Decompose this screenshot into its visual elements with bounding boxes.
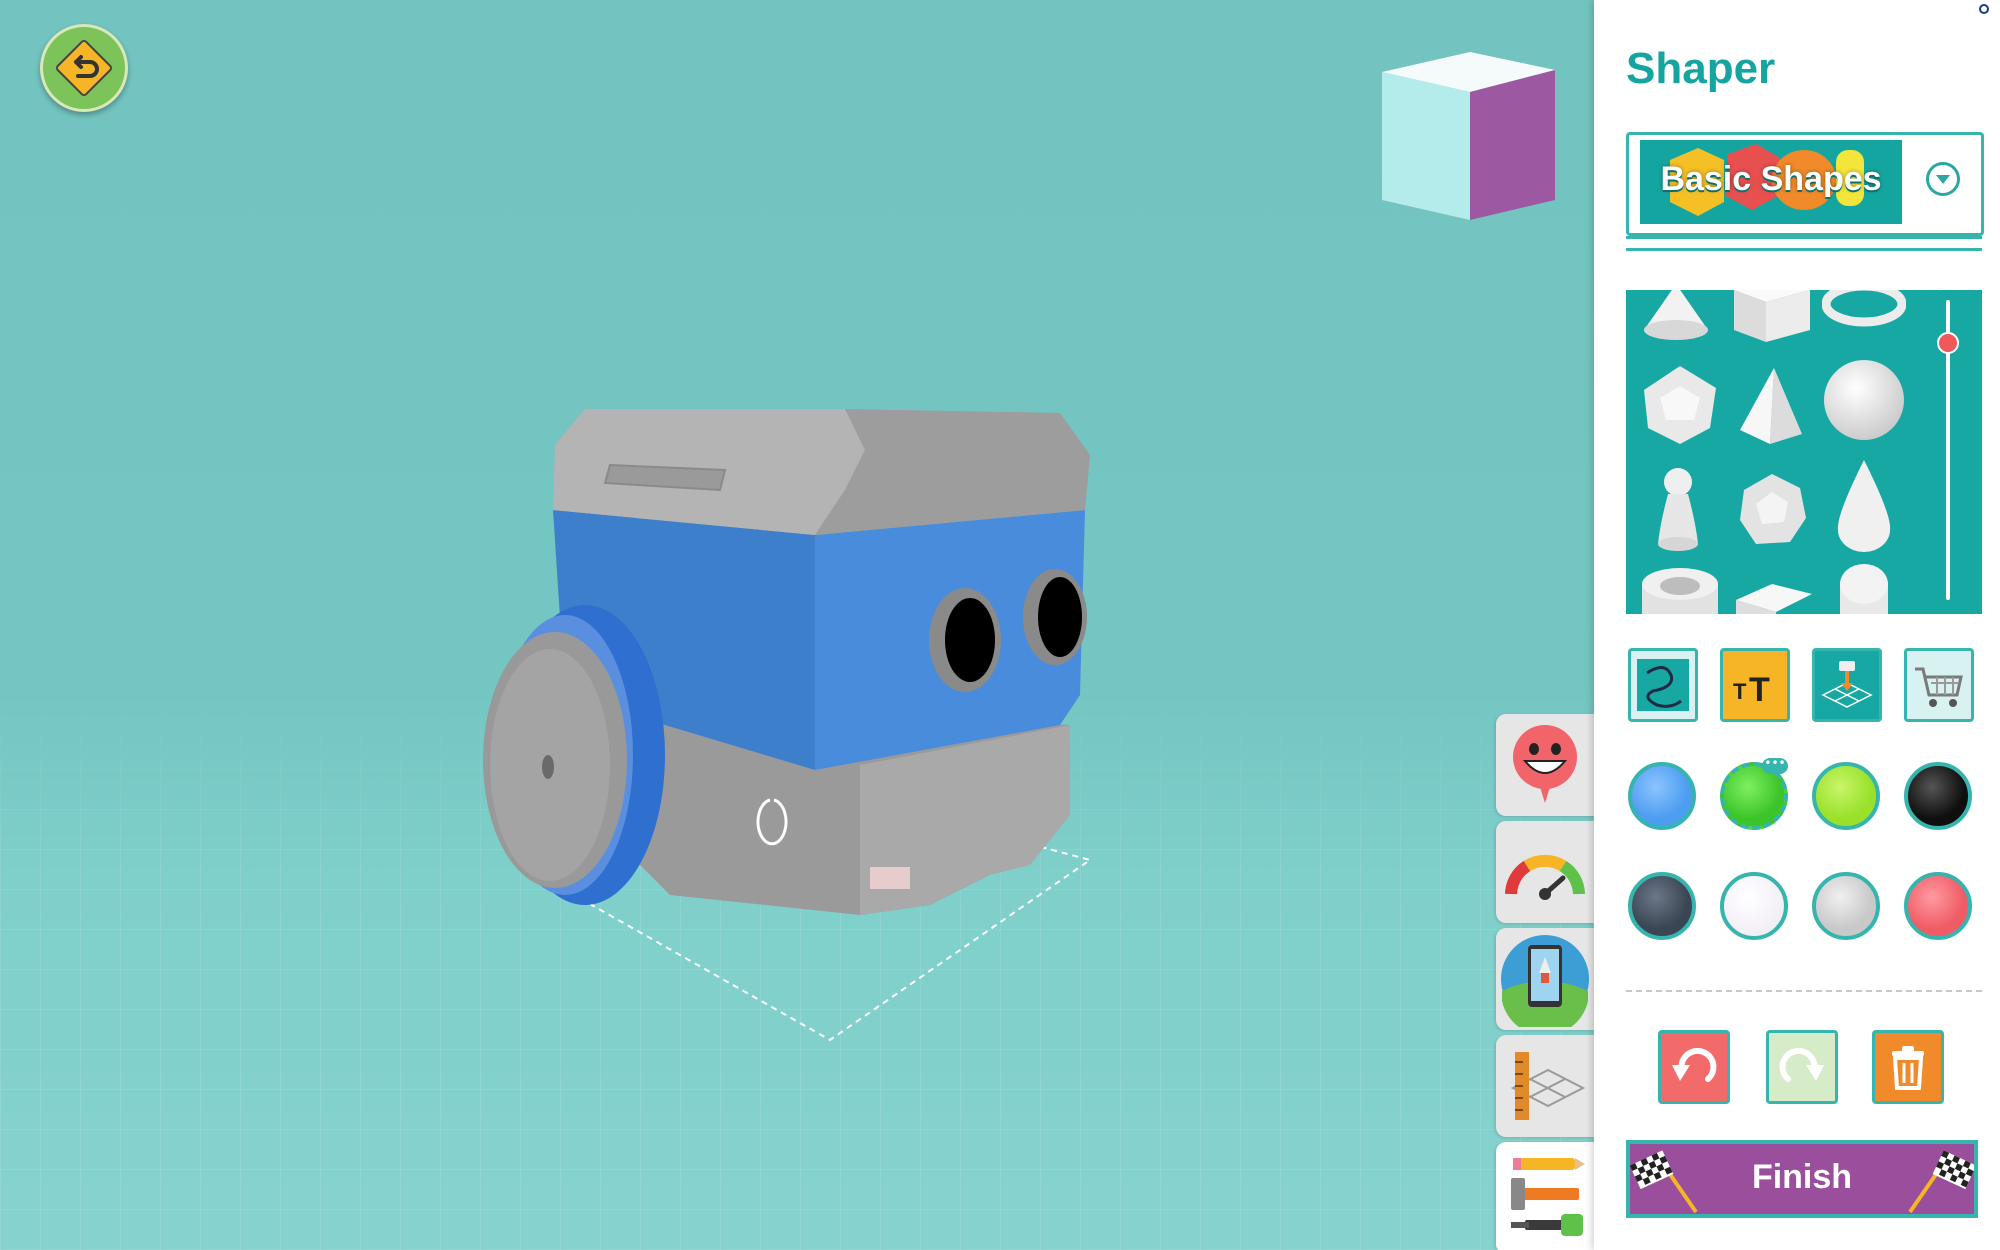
sphere-shape[interactable] (1820, 356, 1908, 444)
color-swatch-red[interactable] (1904, 872, 1972, 940)
shapes-scroll-thumb[interactable] (1937, 332, 1959, 354)
tab-play[interactable] (1496, 928, 1594, 1030)
divider (1626, 990, 1982, 992)
color-swatch-dark-gray[interactable] (1628, 872, 1696, 940)
tube-shape[interactable] (1638, 564, 1722, 614)
text-icon: T T (1733, 671, 1770, 709)
color-swatch-white[interactable] (1720, 872, 1788, 940)
panel-title: Shaper (1626, 44, 1776, 93)
undo-icon (1672, 1047, 1717, 1082)
delete-button[interactable] (1872, 1030, 1944, 1104)
shop-button[interactable] (1904, 648, 1974, 722)
category-banner: Basic Shapes (1640, 140, 1902, 224)
emoji-face-icon (1513, 725, 1577, 803)
more-options-icon[interactable]: ••• (1762, 757, 1788, 774)
tool-tabs (1496, 714, 1594, 1250)
chevron-down-icon[interactable] (1926, 162, 1960, 196)
3d-viewport[interactable] (0, 0, 1594, 1250)
redo-icon (1779, 1047, 1824, 1082)
color-swatch-black[interactable] (1904, 762, 1972, 830)
category-dropdown[interactable]: Basic Shapes (1626, 132, 1984, 254)
pawn-shape[interactable] (1650, 464, 1706, 554)
back-arrow-icon (55, 39, 113, 97)
import-button[interactable] (1812, 648, 1882, 722)
capsule-shape[interactable] (1834, 562, 1894, 614)
tab-speed[interactable] (1496, 821, 1594, 923)
freeform-path-button[interactable] (1628, 648, 1698, 722)
redo-button[interactable] (1766, 1030, 1838, 1104)
color-swatch-light-gray[interactable] (1812, 872, 1880, 940)
svg-text:T: T (1733, 679, 1747, 704)
tablet-rocket-icon (1501, 935, 1589, 1027)
pencil-hammer-screwdriver-icon (1511, 1158, 1585, 1236)
svg-text:T: T (1749, 671, 1770, 709)
text-tool-button[interactable]: T T (1720, 648, 1790, 722)
undo-button[interactable] (1658, 1030, 1730, 1104)
shopping-cart-icon (1915, 667, 1963, 707)
speedometer-icon (1505, 854, 1585, 900)
teardrop-shape[interactable] (1832, 456, 1896, 556)
pyramid-shape[interactable] (1736, 364, 1806, 450)
squiggle-path-icon (1637, 659, 1689, 711)
color-swatch-blue[interactable] (1628, 762, 1696, 830)
cube-shape[interactable] (1730, 290, 1814, 346)
ruler-grid-icon (1510, 1052, 1586, 1120)
geodesic-sphere-shape[interactable] (1734, 470, 1810, 550)
back-button[interactable] (40, 24, 128, 112)
import-icon (1821, 661, 1873, 708)
robot-model[interactable] (470, 395, 1110, 1055)
finish-button[interactable]: Finish (1626, 1140, 1978, 1218)
checkered-flag-icon (1908, 1150, 1974, 1214)
trash-icon (1892, 1046, 1924, 1090)
color-swatch-green[interactable]: ••• (1720, 757, 1788, 830)
tab-shaper[interactable] (1496, 1142, 1594, 1250)
status-dot (1979, 4, 1989, 14)
tab-measure[interactable] (1496, 1035, 1594, 1137)
shaper-panel: Shaper Basic Shapes T T ••• Finish (1594, 0, 2000, 1250)
view-cube[interactable] (1380, 52, 1560, 222)
tab-emoji[interactable] (1496, 714, 1594, 816)
torus-shape[interactable] (1822, 290, 1906, 330)
category-label: Basic Shapes (1660, 160, 1882, 198)
wedge-shape[interactable] (1732, 576, 1816, 614)
color-swatch-lime[interactable] (1812, 762, 1880, 830)
dodecahedron-shape[interactable] (1638, 362, 1722, 448)
shapes-grid[interactable] (1626, 290, 1982, 614)
cone-shape[interactable] (1638, 290, 1714, 344)
